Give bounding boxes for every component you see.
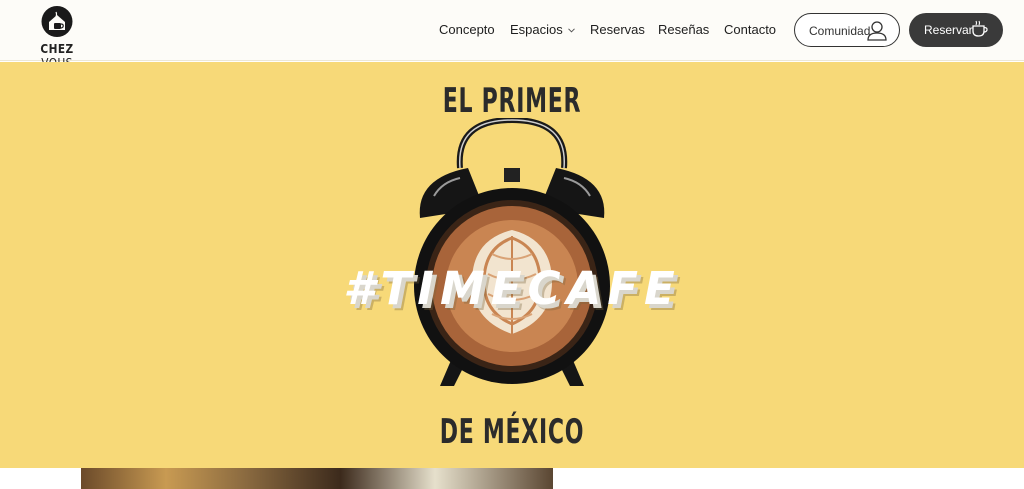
reserve-button[interactable]: Reservar bbox=[909, 13, 1003, 47]
nav-resenas[interactable]: Reseñas bbox=[658, 22, 709, 37]
hero-heading-top: EL PRIMER bbox=[442, 81, 582, 121]
site-header: CHEZ VOUS Concepto Espacios Reservas Res… bbox=[0, 0, 1024, 70]
alarm-clock-latte-art-icon bbox=[414, 118, 610, 386]
nav-espacios[interactable]: Espacios bbox=[510, 22, 575, 37]
chevron-down-icon bbox=[567, 28, 575, 33]
user-icon bbox=[867, 21, 887, 41]
hero-heading-bottom: DE MÉXICO bbox=[439, 412, 585, 452]
coffee-cup-icon bbox=[972, 20, 988, 37]
nav-contacto[interactable]: Contacto bbox=[724, 22, 776, 37]
hero-banner: EL PRIMER #TIMECAFE DE MÉXICO bbox=[0, 62, 1024, 468]
community-button-label: Comunidad bbox=[809, 24, 871, 38]
hero-hashtag: #TIMECAFE bbox=[343, 262, 681, 315]
community-button[interactable]: Comunidad bbox=[794, 13, 900, 47]
nav-concepto[interactable]: Concepto bbox=[439, 22, 495, 37]
house-coffee-logo-icon bbox=[41, 6, 73, 37]
nav-reservas[interactable]: Reservas bbox=[590, 22, 645, 37]
brand-logo[interactable]: CHEZ VOUS bbox=[24, 5, 90, 70]
nav-espacios-label: Espacios bbox=[510, 22, 563, 37]
reserve-button-label: Reservar bbox=[924, 23, 973, 37]
coffee-photo bbox=[81, 468, 553, 489]
